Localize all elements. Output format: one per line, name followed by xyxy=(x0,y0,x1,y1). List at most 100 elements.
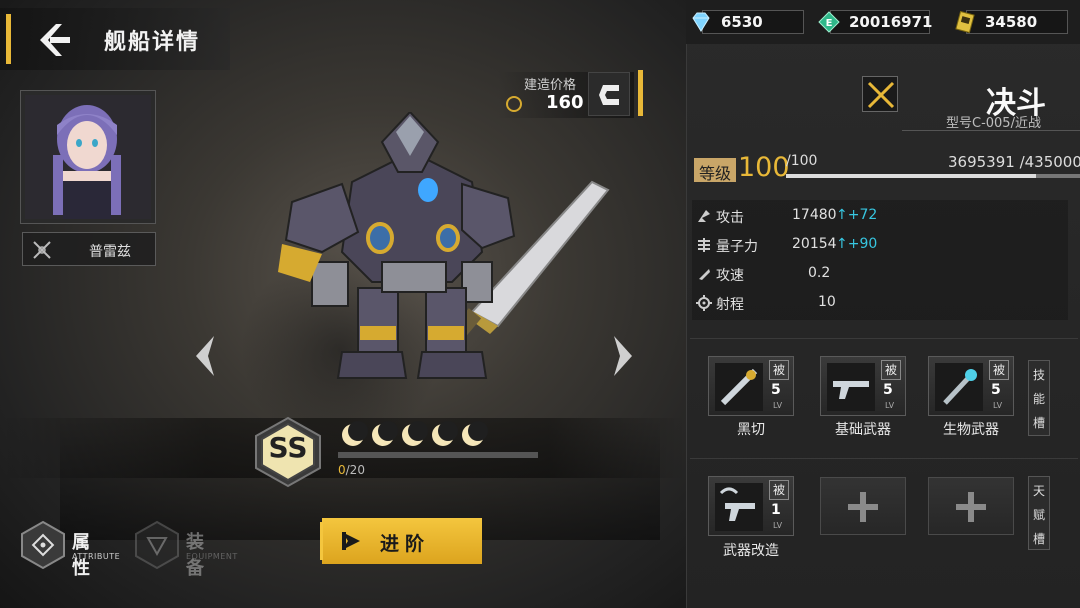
crossed-swords-icon xyxy=(867,81,895,109)
range-icon xyxy=(696,295,712,311)
gem-value: 6530 xyxy=(721,13,763,31)
chip-counter[interactable]: 34580 xyxy=(955,10,1068,34)
skill-level: 5 xyxy=(883,382,893,398)
gem-counter[interactable]: 6530 xyxy=(692,10,804,34)
skill-slot-1[interactable]: 被 5 LV xyxy=(708,356,794,416)
advance-arrow-icon xyxy=(342,532,360,550)
stat-bonus: ↑+90 xyxy=(836,236,878,252)
back-arrow-icon xyxy=(40,24,70,56)
plus-icon xyxy=(848,492,878,522)
back-button[interactable] xyxy=(34,22,74,58)
power-progress-fill xyxy=(786,174,1036,178)
lv-label: LV xyxy=(993,401,1003,410)
weapon-mod-icon xyxy=(715,483,763,531)
build-price-label: 建造价格 xyxy=(524,78,577,93)
build-button[interactable] xyxy=(588,72,630,116)
moon-icon xyxy=(342,421,368,446)
skill-level: 5 xyxy=(771,382,781,398)
passive-tag: 被 xyxy=(769,360,789,380)
exp-progress-bar xyxy=(338,452,538,458)
pistol-icon xyxy=(827,363,875,411)
power-value: 3695391 /4350000 xyxy=(948,153,1080,171)
exp-current: 0 xyxy=(338,463,346,477)
chip-value: 34580 xyxy=(985,13,1038,31)
skill-name: 黑切 xyxy=(737,422,765,438)
divider xyxy=(690,458,1078,459)
power-progress-bar xyxy=(786,174,1080,178)
stat-bonus: ↑+72 xyxy=(836,207,878,223)
advance-label: 进阶 xyxy=(380,533,431,555)
talent-level: 1 xyxy=(771,502,781,518)
previous-ship-arrow[interactable] xyxy=(194,336,216,376)
skill-level: 5 xyxy=(991,382,1001,398)
crossed-swords-icon xyxy=(33,241,51,259)
passive-tag: 被 xyxy=(881,360,901,380)
divider xyxy=(690,338,1078,339)
melee-class-icon xyxy=(862,76,898,112)
passive-tag: 被 xyxy=(769,480,789,500)
passive-tag: 被 xyxy=(989,360,1009,380)
stat-label: 射程 xyxy=(716,297,744,313)
tab-equipment-sublabel: EQUIPMENT xyxy=(186,552,238,561)
credit-value: 20016971 xyxy=(849,13,933,31)
talent-name: 武器改造 xyxy=(723,543,779,559)
stat-value: 17480 xyxy=(792,207,837,223)
exp-text: 0/20 xyxy=(338,463,365,477)
attack-speed-icon xyxy=(699,269,710,280)
plus-icon xyxy=(956,492,986,522)
diamond-icon xyxy=(692,12,710,32)
stat-row-attack-speed: 攻速 0.2 xyxy=(694,261,1070,287)
attack-icon xyxy=(698,210,710,222)
build-price-value: 160 xyxy=(546,92,584,113)
stat-label: 攻速 xyxy=(716,268,744,284)
level-max: /100 xyxy=(786,153,818,169)
exp-max: /20 xyxy=(345,463,365,477)
pilot-name-plate[interactable]: 普雷兹 xyxy=(22,232,156,266)
skill-name: 生物武器 xyxy=(943,422,999,438)
pilot-name: 普雷兹 xyxy=(89,244,131,260)
chevron-right-icon xyxy=(614,336,632,376)
level-value: 100 xyxy=(738,152,790,183)
stat-value: 10 xyxy=(818,294,836,310)
stat-label: 攻击 xyxy=(716,210,744,226)
stat-row-attack: 攻击 17480 ↑+72 xyxy=(694,203,1070,229)
chevron-left-icon xyxy=(196,336,214,376)
stat-bonus-value: +90 xyxy=(847,236,878,252)
coin-icon xyxy=(506,96,522,112)
stat-value: 0.2 xyxy=(808,265,831,281)
equipment-hex-icon xyxy=(135,520,179,570)
skill-slot-3[interactable]: 被 5 LV xyxy=(928,356,1014,416)
divider xyxy=(902,130,1080,131)
chip-card-icon xyxy=(955,10,975,34)
svg-text:E: E xyxy=(826,18,833,29)
stat-row-quantum: 量子力 20154 ↑+90 xyxy=(694,232,1070,258)
skill-slot-2[interactable]: 被 5 LV xyxy=(820,356,906,416)
mech-illustration xyxy=(278,112,610,379)
quantum-icon xyxy=(698,238,710,252)
talent-slot-tag: 天赋槽 xyxy=(1028,476,1050,550)
rank-grade: SS xyxy=(268,431,308,464)
skill-slot-tag: 技能槽 xyxy=(1028,360,1050,436)
moon-icon xyxy=(462,421,488,446)
empty-talent-slot-3[interactable] xyxy=(928,477,1014,535)
skill-name: 基础武器 xyxy=(835,422,891,438)
credit-e-icon: E xyxy=(818,11,840,33)
build-c-icon xyxy=(599,85,619,105)
credit-counter[interactable]: E 20016971 xyxy=(818,10,933,34)
empty-talent-slot-2[interactable] xyxy=(820,477,906,535)
page-title: 舰船详情 xyxy=(104,30,201,55)
ship-model: 型号C-005/近战 xyxy=(946,116,1041,131)
stat-bonus-value: +72 xyxy=(847,207,878,223)
moon-icon xyxy=(402,421,428,446)
level-label: 等级 xyxy=(694,158,736,183)
moon-icon xyxy=(432,421,458,446)
attribute-hex-icon xyxy=(21,520,65,570)
lv-label: LV xyxy=(885,401,895,410)
price-accent xyxy=(638,70,643,116)
advance-button[interactable]: 进阶 xyxy=(320,518,482,564)
pilot-portrait[interactable] xyxy=(20,90,156,224)
talent-slot-1[interactable]: 被 1 LV xyxy=(708,476,794,536)
lv-label: LV xyxy=(773,521,783,530)
stat-row-range: 射程 10 xyxy=(694,290,1070,316)
next-ship-arrow[interactable] xyxy=(612,336,634,376)
